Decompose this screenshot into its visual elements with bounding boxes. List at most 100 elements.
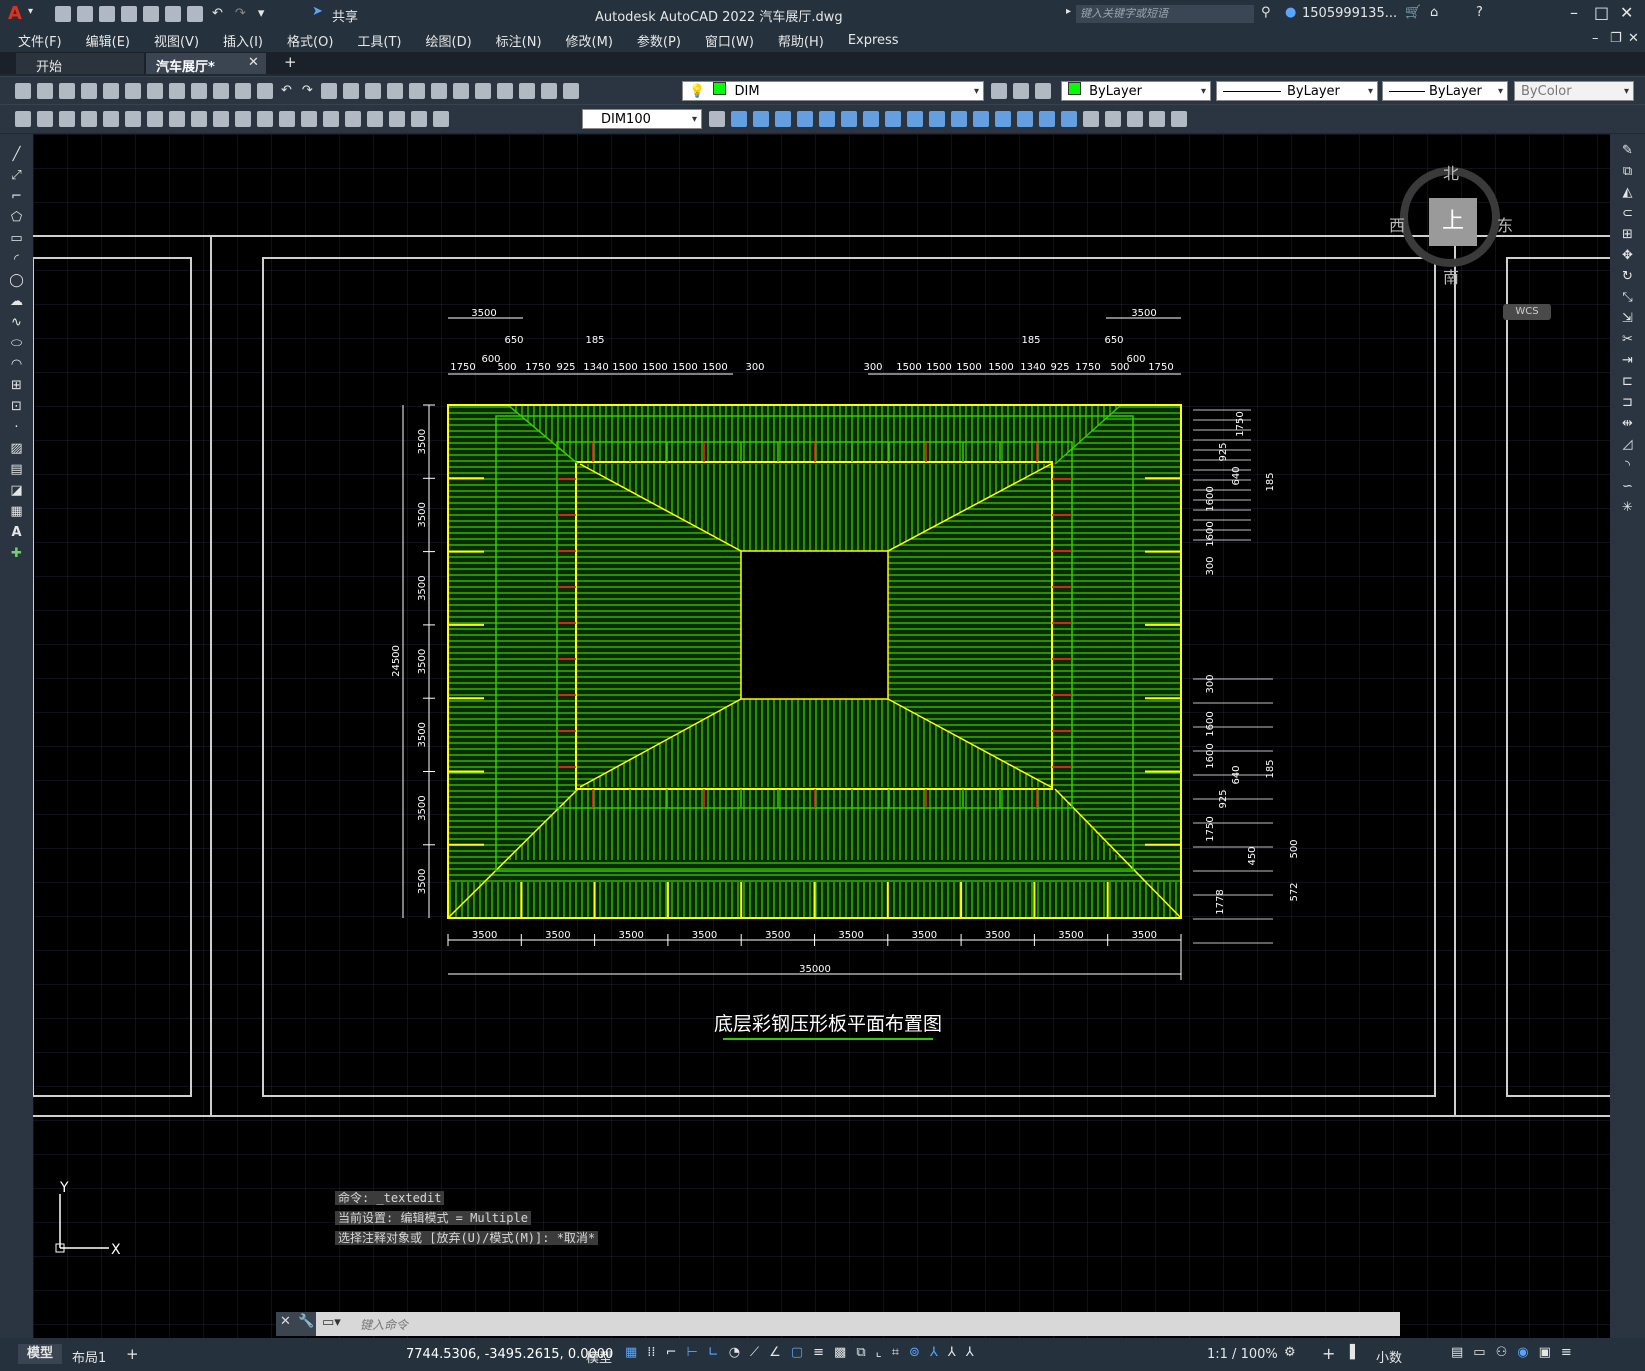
menu-item[interactable]: 帮助(H)	[778, 31, 824, 50]
save-web-icon[interactable]	[165, 6, 181, 22]
save-icon[interactable]	[59, 83, 75, 99]
new-icon[interactable]	[55, 6, 71, 22]
dim-angular-icon[interactable]	[169, 111, 185, 127]
tab-close-icon[interactable]: ✕	[248, 55, 259, 70]
menu-item[interactable]: 参数(P)	[637, 31, 681, 50]
zoom-previous-icon[interactable]	[386, 83, 403, 99]
center-mark-icon[interactable]	[323, 111, 339, 127]
open-icon[interactable]	[37, 83, 53, 99]
gradient-icon[interactable]: ▤	[10, 462, 22, 477]
erase-icon[interactable]: ✎	[1622, 143, 1633, 158]
break-icon[interactable]	[973, 111, 989, 127]
bring-front-icon[interactable]	[1105, 111, 1121, 127]
copy-icon[interactable]: ⧉	[1623, 164, 1632, 179]
dimstyle-dropdown[interactable]: DIM100 ▾	[582, 109, 702, 129]
extend-icon[interactable]	[951, 111, 967, 127]
menu-item[interactable]: 视图(V)	[154, 31, 199, 50]
rectangle-icon[interactable]: ▭	[10, 231, 22, 246]
search-box[interactable]: 键入关键字或短语	[1076, 5, 1254, 23]
snap-icon[interactable]: ⁞⁞	[647, 1345, 655, 1360]
move-icon[interactable]	[841, 111, 857, 127]
jogged-linear-icon[interactable]	[367, 111, 383, 127]
spline-icon[interactable]: ∿	[11, 315, 22, 330]
plot-icon[interactable]	[187, 6, 203, 22]
dim-linear-icon[interactable]	[15, 111, 31, 127]
linetype-dropdown[interactable]: ByLayer ▾	[1216, 81, 1378, 101]
customize-chevron-icon[interactable]: ▾	[258, 6, 265, 22]
rotate-icon[interactable]	[863, 111, 879, 127]
minimize-button[interactable]: –	[1570, 3, 1578, 22]
customization-icon[interactable]: ≡	[1561, 1345, 1572, 1360]
menu-item[interactable]: Express	[848, 33, 899, 48]
matchprop-icon[interactable]	[235, 83, 251, 99]
sheet-set-icon[interactable]	[474, 83, 491, 99]
polyline-icon[interactable]: ⌐	[11, 189, 22, 204]
units-icon[interactable]: ▌	[1350, 1345, 1360, 1360]
menu-item[interactable]: 修改(M)	[566, 31, 613, 50]
calculator-icon[interactable]	[518, 83, 535, 99]
user-name[interactable]: 1505999135...	[1302, 6, 1397, 21]
help-icon[interactable]	[540, 83, 557, 99]
hatch-icon[interactable]: ▨	[10, 441, 22, 456]
mirror-icon[interactable]: ◭	[1623, 185, 1633, 200]
block-editor-icon[interactable]	[257, 83, 273, 99]
annotation-monitor-icon[interactable]: +	[1322, 1344, 1335, 1363]
compass-south[interactable]: 南	[1443, 264, 1459, 288]
selection-filter-icon[interactable]: ⊚	[909, 1345, 920, 1360]
break-icon[interactable]: ⊐	[1622, 395, 1633, 410]
offset-icon[interactable]	[797, 111, 813, 127]
array-icon[interactable]	[819, 111, 835, 127]
3d-osnap-icon[interactable]: ⌞	[876, 1345, 882, 1360]
tolerance-icon[interactable]	[301, 111, 317, 127]
redo-icon[interactable]: ↷	[235, 6, 246, 22]
undo-icon[interactable]: ↶	[212, 6, 223, 22]
viewcube-top-face[interactable]: 上	[1429, 198, 1477, 246]
plot-icon[interactable]	[81, 83, 97, 99]
dim-text-edit-icon[interactable]	[411, 111, 427, 127]
explode-icon[interactable]	[1061, 111, 1077, 127]
zoom-realtime-icon[interactable]	[342, 83, 359, 99]
menu-item[interactable]: 绘图(D)	[426, 31, 472, 50]
compass-north[interactable]: 北	[1443, 160, 1459, 184]
scale-icon[interactable]	[885, 111, 901, 127]
design-center-icon[interactable]	[430, 83, 447, 99]
qnew-icon[interactable]	[15, 83, 31, 99]
preview-icon[interactable]	[103, 83, 119, 99]
add-layout-button[interactable]: +	[126, 1345, 139, 1363]
units-dropdown[interactable]: 小数	[1376, 1347, 1402, 1366]
menu-item[interactable]: 标注(N)	[496, 31, 542, 50]
menu-item[interactable]: 窗口(W)	[705, 31, 754, 50]
dim-break-icon[interactable]	[279, 111, 295, 127]
paste-icon[interactable]	[213, 83, 229, 99]
insert-block-icon[interactable]: ⊞	[11, 378, 22, 393]
open-icon[interactable]	[77, 6, 93, 22]
make-block-icon[interactable]: ⊡	[11, 399, 22, 414]
dim-arc-icon[interactable]	[59, 111, 75, 127]
isolate-objects-icon[interactable]: ⚇	[1496, 1345, 1508, 1360]
publish-icon[interactable]	[125, 83, 141, 99]
zoom-window-icon[interactable]	[364, 83, 381, 99]
dim-diameter-icon[interactable]	[147, 111, 163, 127]
a360-icon[interactable]: ⌂	[1430, 5, 1438, 20]
doc-close-button[interactable]: ✕	[1628, 31, 1639, 46]
dynamic-ucs-icon[interactable]: ⌗	[892, 1345, 899, 1360]
dim-edit-icon[interactable]	[389, 111, 405, 127]
point-icon[interactable]: ·	[14, 420, 18, 435]
transparency-icon[interactable]: ▩	[834, 1345, 846, 1360]
lineweight-icon[interactable]: ≡	[813, 1345, 824, 1360]
scale-icon[interactable]: ⤡	[1622, 290, 1632, 305]
share-button[interactable]: 共享	[332, 6, 358, 25]
chamfer-icon[interactable]: ◿	[1623, 437, 1633, 452]
layer-states-icon[interactable]	[1035, 83, 1051, 99]
annotation-scale-icon[interactable]: ⅄	[966, 1345, 974, 1360]
ellipse-icon[interactable]: ⬭	[11, 336, 22, 351]
revcloud-icon[interactable]: ☁	[10, 294, 23, 309]
command-line[interactable]: ✕ 🔧 ▭▾ 键入命令	[276, 1312, 1400, 1336]
cart-icon[interactable]: 🛒	[1405, 5, 1421, 20]
fillet-icon[interactable]: ◝	[1625, 458, 1630, 473]
dim-style-icon[interactable]	[709, 111, 725, 127]
tab-model[interactable]: 模型	[18, 1344, 62, 1364]
cut-icon[interactable]	[169, 83, 185, 99]
add-selected-icon[interactable]: ✚	[11, 546, 22, 561]
search-input[interactable]: 键入关键字或短语	[1076, 7, 1168, 20]
